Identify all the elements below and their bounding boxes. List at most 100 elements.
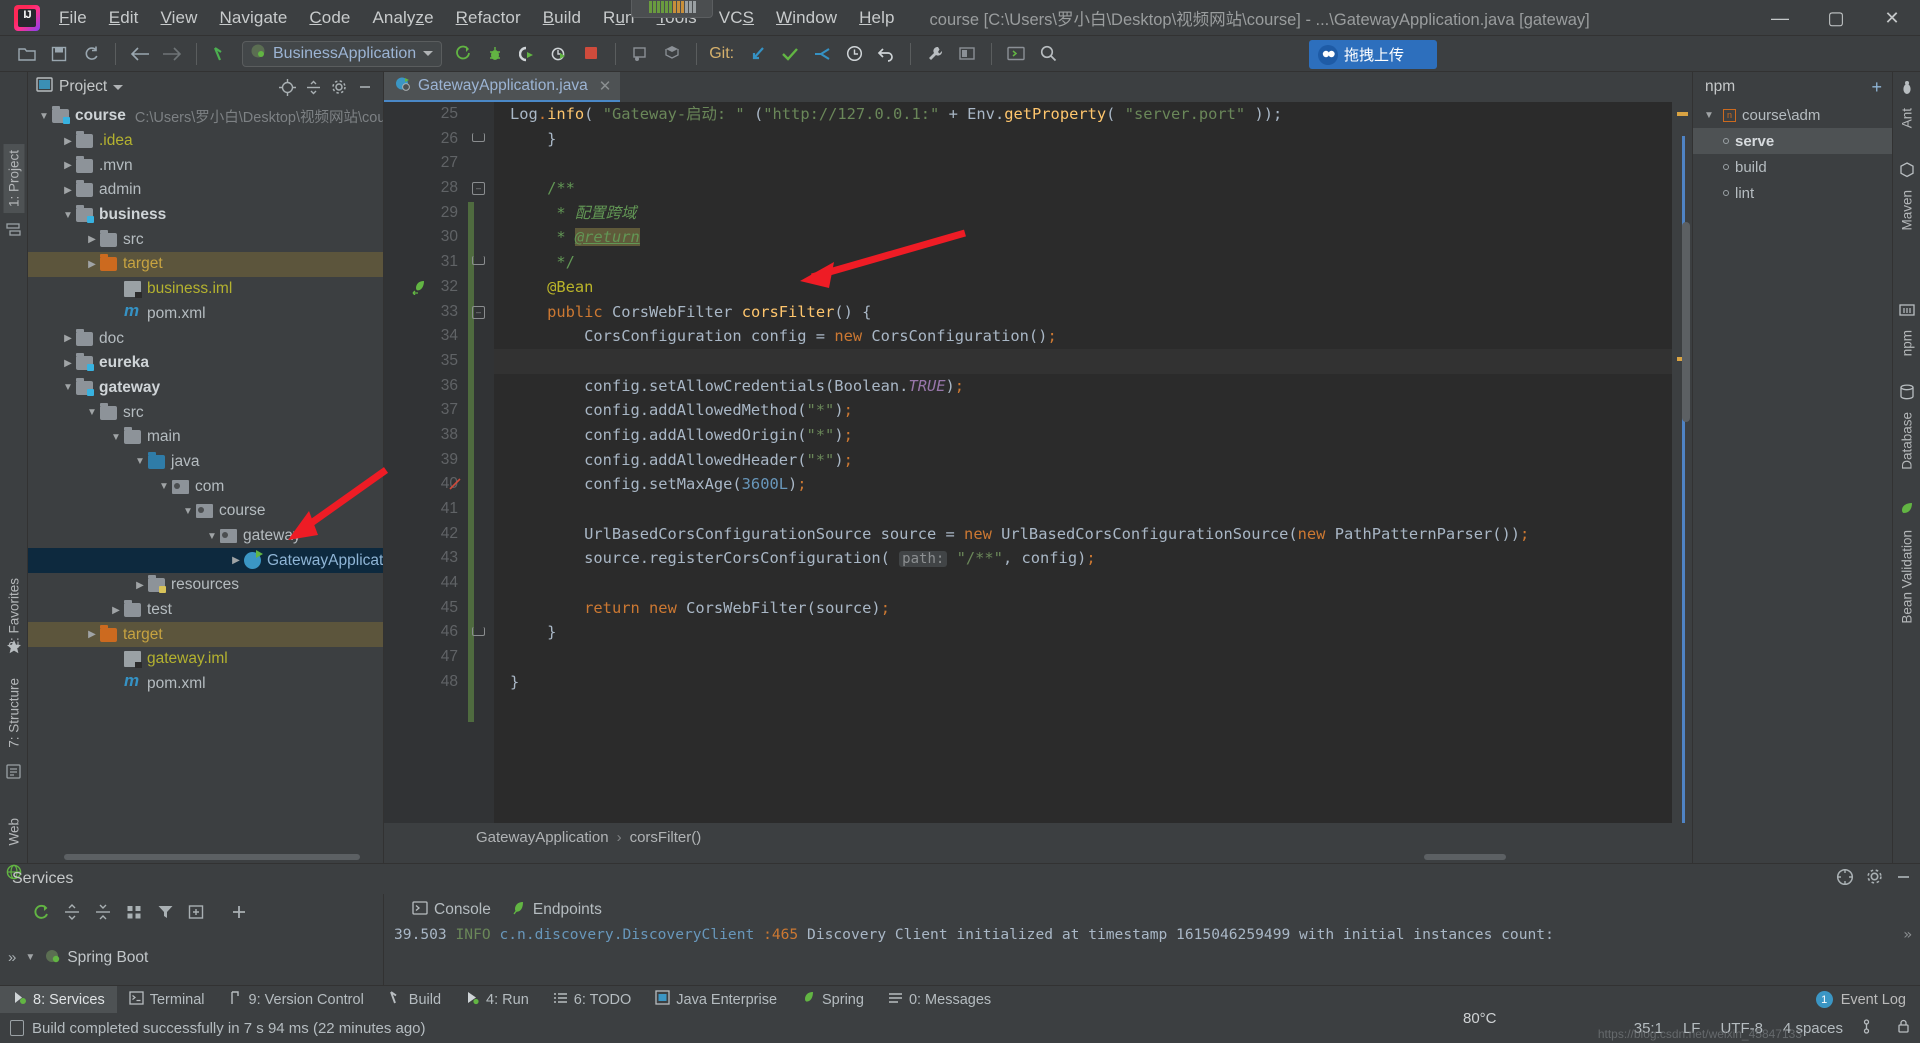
- gutter-line-36[interactable]: 36: [384, 374, 468, 399]
- close-button[interactable]: ✕: [1864, 0, 1920, 36]
- filter-icon[interactable]: [154, 901, 176, 923]
- code-line-25[interactable]: Log.info( "Gateway-启动: " ("http://127.0.…: [494, 102, 1672, 127]
- tree-toggle-icon[interactable]: [60, 333, 76, 344]
- menu-view[interactable]: View: [150, 0, 209, 36]
- database-icon[interactable]: [1897, 382, 1917, 402]
- tab-endpoints[interactable]: Endpoints: [511, 900, 602, 921]
- add-icon-services[interactable]: [228, 901, 250, 923]
- tree-toggle-icon[interactable]: [60, 210, 76, 221]
- minimize-icon-services[interactable]: [1895, 868, 1912, 891]
- chevron-down-icon-springboot[interactable]: [22, 952, 38, 963]
- code-line-36[interactable]: config.setAllowCredentials(Boolean.TRUE)…: [494, 374, 1672, 399]
- gutter-line-48[interactable]: 48: [384, 670, 468, 695]
- gear-icon[interactable]: [327, 76, 351, 98]
- code-line-33[interactable]: public CorsWebFilter corsFilter() {: [494, 300, 1672, 325]
- code-folding-gutter[interactable]: – –: [468, 102, 494, 823]
- tree-node-pom-xml[interactable]: pom.xml: [28, 301, 383, 327]
- npm-root-node[interactable]: n course\adm: [1693, 102, 1892, 128]
- menu-refactor[interactable]: Refactor: [445, 0, 532, 36]
- tree-node-gatewayapplication[interactable]: GatewayApplication: [28, 548, 383, 574]
- tree-node--idea[interactable]: .idea: [28, 129, 383, 154]
- gutter-line-31[interactable]: 31: [384, 250, 468, 275]
- code-line-38[interactable]: config.addAllowedOrigin("*");: [494, 423, 1672, 448]
- gutter-line-41[interactable]: 41: [384, 497, 468, 522]
- sidebar-item-project[interactable]: 1: Project: [3, 144, 24, 214]
- tree-node-src[interactable]: src: [28, 400, 383, 425]
- gutter-line-28[interactable]: 28: [384, 176, 468, 201]
- tool-window-build[interactable]: Build: [376, 986, 453, 1013]
- tree-node--mvn[interactable]: .mvn: [28, 153, 383, 178]
- tree-node-test[interactable]: test: [28, 598, 383, 623]
- tree-node-main[interactable]: main: [28, 425, 383, 450]
- code-line-48[interactable]: }: [494, 670, 1672, 695]
- gutter-line-25[interactable]: 25: [384, 102, 468, 127]
- vcs-update-icon[interactable]: [743, 40, 773, 68]
- sidebar-item-web[interactable]: Web: [3, 812, 24, 852]
- tree-node-gateway-iml[interactable]: gateway.iml: [28, 647, 383, 672]
- project-settings-icon[interactable]: [952, 40, 982, 68]
- error-stripe-marker-gutter[interactable]: [1672, 102, 1692, 823]
- settings-wrench-icon[interactable]: [920, 40, 950, 68]
- tool-window-services[interactable]: 8: Services: [0, 986, 117, 1013]
- tree-node-target[interactable]: target: [28, 252, 383, 277]
- gutter-line-34[interactable]: 34: [384, 324, 468, 349]
- menu-code[interactable]: Code: [298, 0, 361, 36]
- npm-script-build[interactable]: build: [1693, 154, 1892, 180]
- tool-window-messages[interactable]: 0: Messages: [876, 986, 1003, 1013]
- code-line-37[interactable]: config.addAllowedMethod("*");: [494, 398, 1672, 423]
- collapse-all-icon-services[interactable]: [92, 901, 114, 923]
- editor-horizontal-scrollbar[interactable]: [384, 851, 1692, 863]
- fold-end-icon[interactable]: [472, 132, 485, 142]
- gutter-line-45[interactable]: 45: [384, 596, 468, 621]
- event-log-label[interactable]: Event Log: [1841, 992, 1906, 1008]
- rerun-icon[interactable]: [30, 901, 52, 923]
- tree-toggle-icon[interactable]: [60, 160, 76, 171]
- gutter-line-32[interactable]: 32: [384, 275, 468, 300]
- tree-toggle-icon[interactable]: [36, 111, 52, 122]
- favorites-star-icon[interactable]: [4, 637, 24, 657]
- gutter-line-37[interactable]: 37: [384, 398, 468, 423]
- forward-arrow-icon[interactable]: [157, 40, 187, 68]
- tree-toggle-icon[interactable]: [84, 259, 100, 270]
- lock-icon[interactable]: [1897, 1019, 1910, 1038]
- tree-node-business[interactable]: business: [28, 203, 383, 228]
- line-number-gutter[interactable]: 25 26 27 28 29 30 31 32 33 34 35 36 37 38 39 40 41 42 43 44…: [384, 102, 468, 823]
- code-line-43[interactable]: source.registerCorsConfiguration( path: …: [494, 546, 1672, 571]
- gutter-line-38[interactable]: 38: [384, 423, 468, 448]
- gutter-line-44[interactable]: 44: [384, 571, 468, 596]
- tool-window-todo[interactable]: 6: TODO: [541, 986, 643, 1013]
- menu-analyze[interactable]: Analyze: [361, 0, 444, 36]
- tree-node-gateway[interactable]: gateway: [28, 524, 383, 549]
- tree-node-admin[interactable]: admin: [28, 178, 383, 203]
- gutter-line-26[interactable]: 26: [384, 127, 468, 152]
- fold-start-icon[interactable]: –: [472, 305, 485, 319]
- vcs-commit-icon[interactable]: [775, 40, 805, 68]
- show-code-icon[interactable]: [1001, 40, 1031, 68]
- gutter-line-30[interactable]: 30: [384, 225, 468, 250]
- tree-node-course[interactable]: course C:\Users\罗小白\Desktop\视频网站\cou: [28, 104, 383, 129]
- collapse-all-icon[interactable]: [301, 76, 325, 98]
- tree-node-src[interactable]: src: [28, 227, 383, 252]
- back-arrow-icon[interactable]: [125, 40, 155, 68]
- sidebar-item-bean-validation[interactable]: Bean Validation: [1896, 524, 1917, 630]
- tree-node-target[interactable]: target: [28, 622, 383, 648]
- modules-icon[interactable]: [657, 40, 687, 68]
- tree-node-business-iml[interactable]: business.iml: [28, 277, 383, 302]
- breadcrumb-method[interactable]: corsFilter(): [630, 829, 702, 846]
- sidebar-item-database[interactable]: Database: [1896, 406, 1917, 476]
- fold-end-icon[interactable]: [472, 256, 485, 266]
- locate-file-icon[interactable]: [275, 76, 299, 98]
- tree-node-pom-xml[interactable]: pom.xml: [28, 671, 383, 697]
- upload-button[interactable]: 拖拽上传: [1309, 40, 1437, 69]
- code-line-40[interactable]: config.setMaxAge(3600L);: [494, 472, 1672, 497]
- tool-window-run[interactable]: 4: Run: [453, 986, 541, 1013]
- tree-toggle-icon[interactable]: [180, 506, 196, 517]
- debug-icon[interactable]: [480, 40, 510, 68]
- vcs-push-icon[interactable]: [807, 40, 837, 68]
- run-configuration-selector[interactable]: BusinessApplication: [242, 40, 443, 67]
- tree-toggle-icon[interactable]: [132, 580, 148, 591]
- npm-rail-icon[interactable]: [1897, 300, 1917, 320]
- tree-toggle-icon[interactable]: [108, 605, 124, 616]
- gutter-line-40[interactable]: 40: [384, 472, 468, 497]
- tree-toggle-icon[interactable]: [60, 136, 76, 147]
